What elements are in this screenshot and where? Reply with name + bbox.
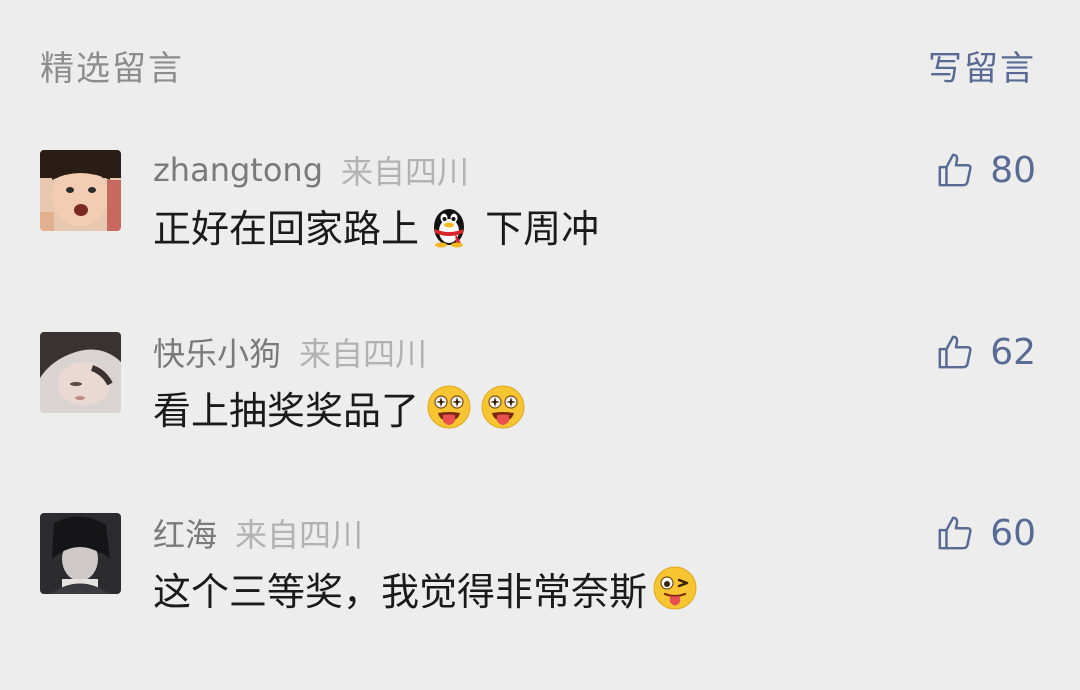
comment-item: zhangtong 来自四川 正好在回家路上 下周冲 80 — [40, 150, 1036, 270]
username[interactable]: 红海 — [153, 510, 217, 556]
like-button[interactable]: 62 — [936, 331, 1036, 373]
comments-header: 精选留言 写留言 — [40, 40, 1036, 90]
comment-text-part: 看上抽奖奖品了 — [153, 388, 420, 433]
comment-text-part: 正好在回家路上 — [153, 206, 420, 251]
comment-item: 红海 来自四川 这个三等奖，我觉得非常奈斯 60 — [40, 513, 1036, 633]
like-count: 80 — [990, 149, 1036, 191]
username[interactable]: 快乐小狗 — [153, 329, 281, 375]
thumbs-up-icon — [938, 516, 972, 550]
avatar[interactable] — [40, 332, 121, 413]
location-label: 来自四川 — [299, 335, 428, 373]
avatar-child-image — [40, 150, 121, 231]
username[interactable]: zhangtong — [153, 151, 323, 189]
location-label: 来自四川 — [341, 153, 470, 191]
avatar-anime-image — [40, 513, 121, 594]
section-title: 精选留言 — [40, 48, 184, 89]
qq-penguin-emoji-icon — [434, 209, 465, 248]
like-count: 62 — [990, 331, 1036, 373]
like-count: 60 — [990, 512, 1036, 554]
thumbs-up-icon — [938, 153, 972, 187]
comment-text: 正好在回家路上 下周冲 — [153, 200, 600, 251]
avatar[interactable] — [40, 150, 121, 231]
comment-meta: zhangtong 来自四川 — [153, 150, 470, 191]
write-comment-button[interactable]: 写留言 — [928, 41, 1036, 90]
comment-text: 看上抽奖奖品了 — [153, 382, 527, 433]
location-label: 来自四川 — [235, 516, 364, 554]
winking-tongue-emoji-icon — [653, 566, 697, 610]
comment-text-part: 下周冲 — [473, 206, 600, 251]
like-button[interactable]: 80 — [936, 149, 1036, 191]
like-button[interactable]: 60 — [936, 512, 1036, 554]
comment-meta: 红海 来自四川 — [153, 510, 364, 556]
thumbs-up-icon — [938, 335, 972, 369]
avatar-face-image — [40, 332, 121, 413]
starry-eyed-tongue-emoji-icon — [427, 385, 471, 429]
comment-text-part: 这个三等奖，我觉得非常奈斯 — [153, 569, 648, 614]
comment-text: 这个三等奖，我觉得非常奈斯 — [153, 563, 699, 614]
starry-eyed-tongue-emoji-icon — [481, 385, 525, 429]
comment-meta: 快乐小狗 来自四川 — [153, 329, 428, 375]
comment-item: 快乐小狗 来自四川 看上抽奖奖品了 62 — [40, 332, 1036, 452]
avatar[interactable] — [40, 513, 121, 594]
